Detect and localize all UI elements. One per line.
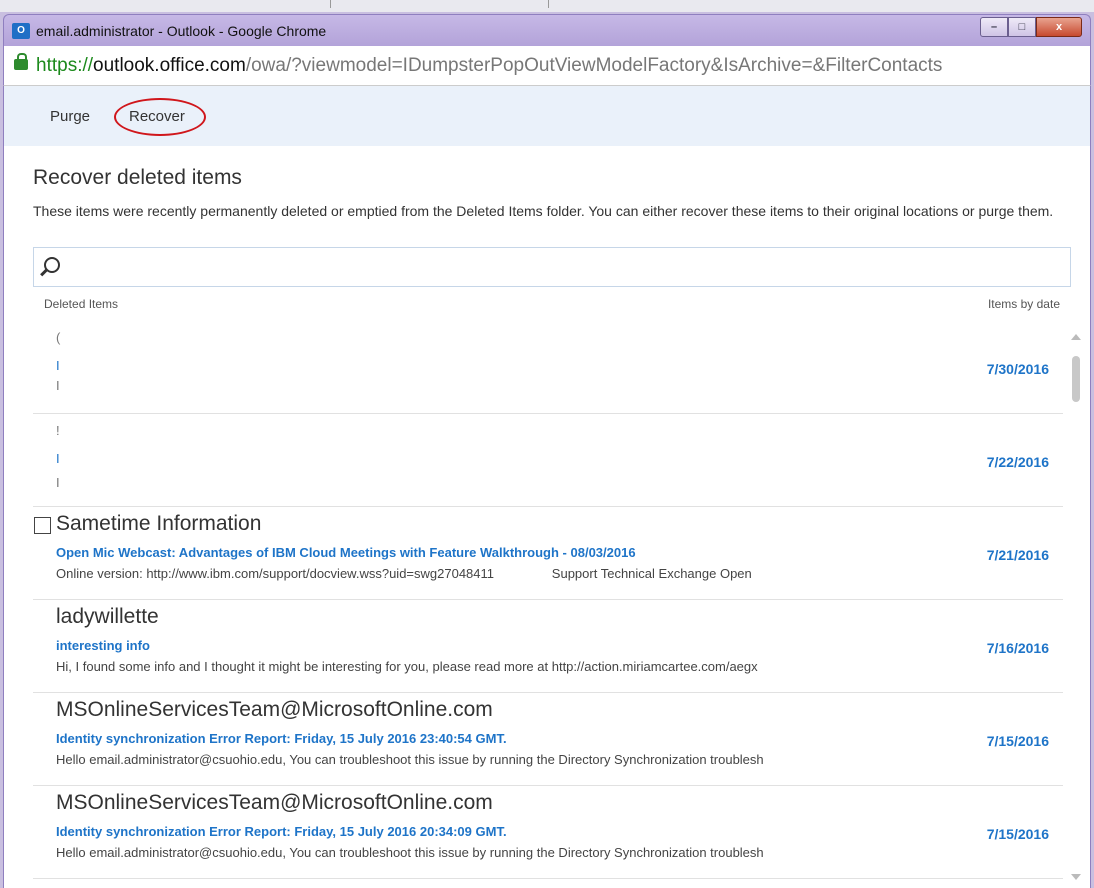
item-subject: interesting info — [56, 638, 150, 653]
item-sender: Sametime Information — [56, 512, 262, 535]
item-subject: Open Mic Webcast: Advantages of IBM Clou… — [56, 545, 636, 560]
page-title: Recover deleted items — [33, 166, 242, 189]
item-sender: MSOnlineServicesTeam@MicrosoftOnline.com — [56, 791, 493, 814]
item-date: 7/30/2016 — [986, 361, 1049, 377]
item-date: 7/15/2016 — [986, 826, 1049, 842]
url-text[interactable]: https://outlook.office.com/owa/?viewmode… — [36, 55, 1086, 77]
redacted-fragment: I — [56, 451, 60, 466]
background-tick — [548, 0, 549, 8]
redacted-fragment: I — [56, 475, 60, 490]
item-sender: ladywillette — [56, 605, 159, 628]
column-header-deleted-items: Deleted Items — [44, 297, 119, 311]
list-item[interactable]: ( I I 7/30/2016 — [33, 321, 1063, 414]
purge-button[interactable]: Purge — [50, 108, 90, 126]
redacted-fragment: I — [56, 358, 60, 373]
item-date: 7/16/2016 — [986, 640, 1049, 656]
outlook-icon: O — [12, 23, 30, 39]
page-description: These items were recently permanently de… — [33, 203, 1054, 219]
list-item[interactable]: MSOnlineServicesTeam@MicrosoftOnline.com… — [33, 693, 1063, 786]
scroll-thumb[interactable] — [1072, 356, 1080, 402]
title-bar[interactable]: O email.administrator - Outlook - Google… — [3, 14, 1091, 46]
url-path: /owa/?viewmodel=IDumpsterPopOutViewModel… — [245, 55, 943, 76]
window-controls: – □ x — [980, 17, 1082, 39]
item-preview: Hi, I found some info and I thought it m… — [56, 659, 758, 674]
window-title: email.administrator - Outlook - Google C… — [36, 23, 327, 39]
close-button[interactable]: x — [1036, 17, 1082, 37]
scroll-down-arrow-icon[interactable] — [1071, 874, 1081, 880]
item-checkbox[interactable] — [34, 517, 51, 534]
item-date: 7/21/2016 — [986, 547, 1049, 563]
item-preview: Online version: http://www.ibm.com/suppo… — [56, 566, 752, 581]
background-tick — [330, 0, 331, 8]
scroll-up-arrow-icon[interactable] — [1071, 334, 1081, 340]
deleted-items-list: ( I I 7/30/2016 ! I I 7/22/2016 Sametime… — [33, 321, 1063, 888]
item-preview: Hello email.administrator@csuohio.edu, Y… — [56, 752, 764, 767]
list-item[interactable]: Sametime Information Open Mic Webcast: A… — [33, 507, 1063, 600]
list-scrollbar[interactable] — [1066, 326, 1088, 888]
search-icon[interactable] — [44, 257, 60, 273]
item-preview: Hello email.administrator@csuohio.edu, Y… — [56, 845, 764, 860]
address-bar[interactable]: https://outlook.office.com/owa/?viewmode… — [3, 46, 1091, 86]
url-host: outlook.office.com — [93, 55, 246, 76]
redacted-fragment: ( — [56, 330, 61, 345]
minimize-button[interactable]: – — [980, 17, 1008, 37]
lock-icon[interactable] — [14, 53, 28, 70]
item-subject: Identity synchronization Error Report: F… — [56, 731, 507, 746]
list-item[interactable]: MSOnlineServicesTeam@MicrosoftOnline.com… — [33, 786, 1063, 879]
maximize-button[interactable]: □ — [1008, 17, 1036, 37]
redacted-fragment: I — [56, 378, 60, 393]
recover-deleted-items-panel: Purge Recover Recover deleted items Thes… — [3, 86, 1091, 888]
item-date: 7/15/2016 — [986, 733, 1049, 749]
browser-window: O email.administrator - Outlook - Google… — [0, 0, 1094, 888]
item-sender: MSOnlineServicesTeam@MicrosoftOnline.com — [56, 698, 493, 721]
highlight-circle — [114, 98, 206, 136]
command-bar: Purge Recover — [4, 86, 1090, 146]
list-item[interactable]: ! I I 7/22/2016 — [33, 414, 1063, 507]
item-subject: Identity synchronization Error Report: F… — [56, 824, 507, 839]
redaction-box — [68, 325, 638, 400]
sort-items-by-date[interactable]: Items by date — [988, 296, 1060, 312]
url-scheme: https:// — [36, 55, 94, 76]
background-strip — [0, 0, 1094, 12]
redacted-fragment: ! — [56, 423, 60, 438]
redaction-box — [68, 418, 638, 488]
list-item[interactable]: ladywillette interesting info Hi, I foun… — [33, 600, 1063, 693]
item-date: 7/22/2016 — [986, 454, 1049, 470]
search-box[interactable] — [33, 247, 1071, 287]
